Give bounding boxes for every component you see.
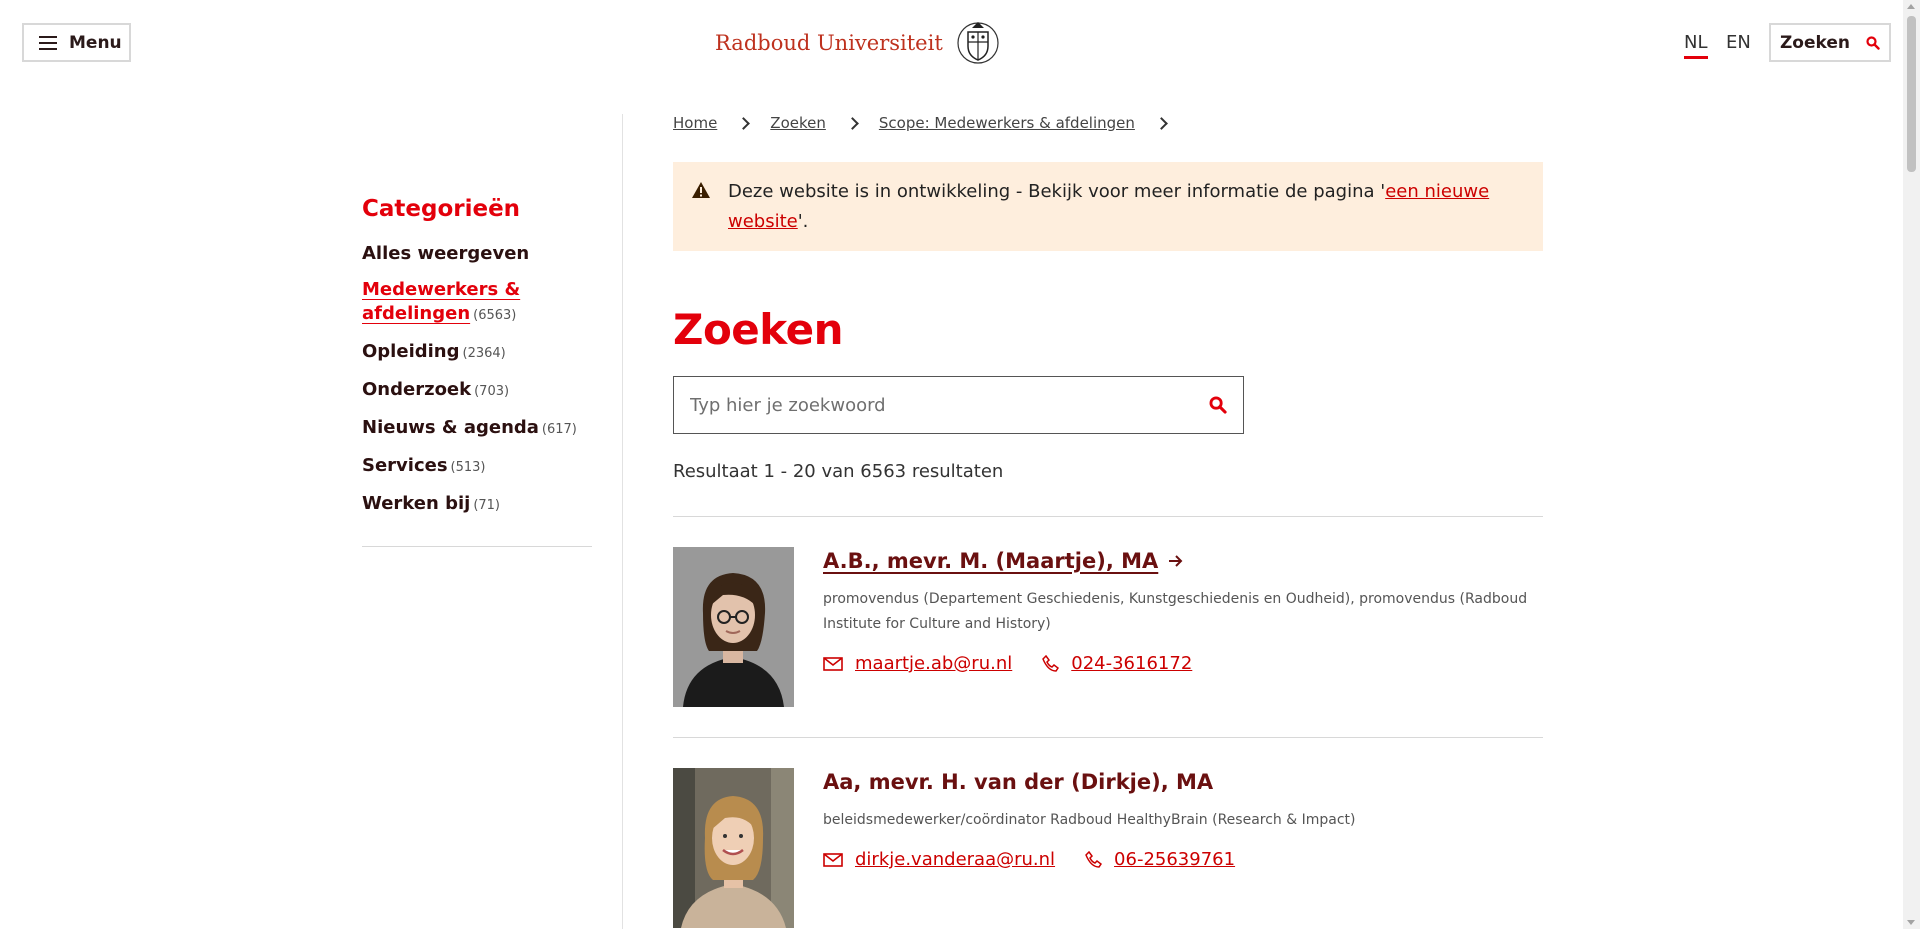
result-contacts: maartje.ab@ru.nl 024-3616172 [823, 653, 1543, 674]
sidebar-divider-bottom [362, 546, 592, 547]
scroll-up-arrow-icon[interactable] [1907, 4, 1915, 9]
category-jobs[interactable]: Werken bij (71) [362, 492, 592, 518]
category-count: (6563) [473, 308, 517, 323]
category-research[interactable]: Onderzoek (703) [362, 378, 592, 404]
category-staff-departments[interactable]: Medewerkers & afdelingen (6563) [362, 278, 592, 328]
category-services[interactable]: Services (513) [362, 454, 592, 480]
result-item: Aa, mevr. H. van der (Dirkje), MA beleid… [673, 738, 1543, 929]
scrollbar-thumb[interactable] [1907, 16, 1916, 172]
result-name: A.B., mevr. M. (Maartje), MA [823, 549, 1159, 573]
breadcrumb-home[interactable]: Home [673, 114, 717, 132]
chevron-right-icon [846, 116, 859, 130]
chevron-right-icon [737, 116, 751, 130]
header-search-label: Zoeken [1779, 32, 1851, 53]
search-submit-icon[interactable] [1209, 396, 1227, 414]
development-alert: Deze website is in ontwikkeling - Bekijk… [673, 162, 1543, 251]
header-search-button[interactable]: Zoeken [1769, 23, 1891, 62]
arrow-right-icon [1169, 555, 1183, 567]
result-name: Aa, mevr. H. van der (Dirkje), MA [823, 770, 1214, 794]
result-role: beleidsmedewerker/coördinator Radboud He… [823, 812, 1356, 828]
category-label: Services [362, 455, 448, 476]
language-nl-link[interactable]: NL [1684, 32, 1708, 59]
search-input[interactable] [690, 394, 1170, 416]
phone-text: 06-25639761 [1114, 849, 1236, 870]
phone-link[interactable]: 024-3616172 [1042, 653, 1192, 674]
category-label: Opleiding [362, 341, 460, 362]
category-education[interactable]: Opleiding (2364) [362, 340, 592, 366]
result-role: promovendus (Departement Geschiedenis, K… [823, 591, 1528, 632]
page-title: Zoeken [673, 305, 843, 354]
warning-icon [692, 182, 710, 198]
mail-icon [823, 852, 843, 867]
result-count: Resultaat 1 - 20 van 6563 resultaten [673, 461, 1004, 482]
breadcrumb: Home Zoeken Scope: Medewerkers & afdelin… [673, 114, 1543, 132]
alert-text-end: '. [797, 211, 809, 232]
breadcrumb-search[interactable]: Zoeken [770, 114, 826, 132]
profile-photo [673, 768, 794, 928]
category-count: (513) [450, 460, 486, 475]
result-contacts: dirkje.vanderaa@ru.nl 06-25639761 [823, 849, 1356, 870]
search-icon [1866, 35, 1880, 50]
hamburger-icon [39, 35, 57, 50]
main-content: Home Zoeken Scope: Medewerkers & afdelin… [673, 114, 1543, 929]
phone-icon [1042, 655, 1060, 672]
email-link[interactable]: dirkje.vanderaa@ru.nl [823, 849, 1055, 870]
category-news-agenda[interactable]: Nieuws & agenda (617) [362, 416, 592, 442]
university-seal-icon [957, 22, 999, 64]
sidebar-title: Categorieën [362, 196, 521, 222]
menu-label: Menu [69, 32, 122, 53]
phone-text: 024-3616172 [1071, 653, 1193, 674]
phone-link[interactable]: 06-25639761 [1085, 849, 1235, 870]
chevron-right-icon [1155, 116, 1168, 130]
breadcrumb-scope[interactable]: Scope: Medewerkers & afdelingen [879, 114, 1135, 132]
scroll-down-arrow-icon[interactable] [1907, 920, 1915, 925]
logo-text: Radboud Universiteit [715, 31, 943, 55]
email-text: maartje.ab@ru.nl [855, 653, 1013, 674]
search-box [673, 376, 1244, 434]
category-label: Nieuws & agenda [362, 417, 539, 438]
category-count: (703) [474, 384, 510, 399]
category-count: (617) [541, 422, 577, 437]
category-label: Alles weergeven [362, 243, 530, 264]
category-sidebar: Categorieën Alles weergeven Medewerkers … [362, 196, 592, 547]
sidebar-divider [622, 114, 623, 929]
category-count: (2364) [462, 346, 506, 361]
email-link[interactable]: maartje.ab@ru.nl [823, 653, 1012, 674]
page-scrollbar[interactable] [1903, 0, 1920, 929]
category-label: Werken bij [362, 493, 471, 514]
profile-photo [673, 547, 794, 707]
result-name-link[interactable]: Aa, mevr. H. van der (Dirkje), MA [823, 770, 1356, 794]
phone-icon [1085, 851, 1103, 868]
category-count: (71) [473, 498, 500, 513]
category-label: Onderzoek [362, 379, 472, 400]
language-en-link[interactable]: EN [1726, 32, 1751, 53]
mail-icon [823, 656, 843, 671]
alert-text: Deze website is in ontwikkeling - Bekijk… [728, 181, 1386, 202]
email-text: dirkje.vanderaa@ru.nl [855, 849, 1056, 870]
result-name-link[interactable]: A.B., mevr. M. (Maartje), MA [823, 549, 1543, 573]
logo[interactable]: Radboud Universiteit [715, 14, 1001, 72]
menu-button[interactable]: Menu [22, 23, 131, 62]
category-all[interactable]: Alles weergeven [362, 242, 592, 266]
result-item: A.B., mevr. M. (Maartje), MA promovendus… [673, 517, 1543, 738]
